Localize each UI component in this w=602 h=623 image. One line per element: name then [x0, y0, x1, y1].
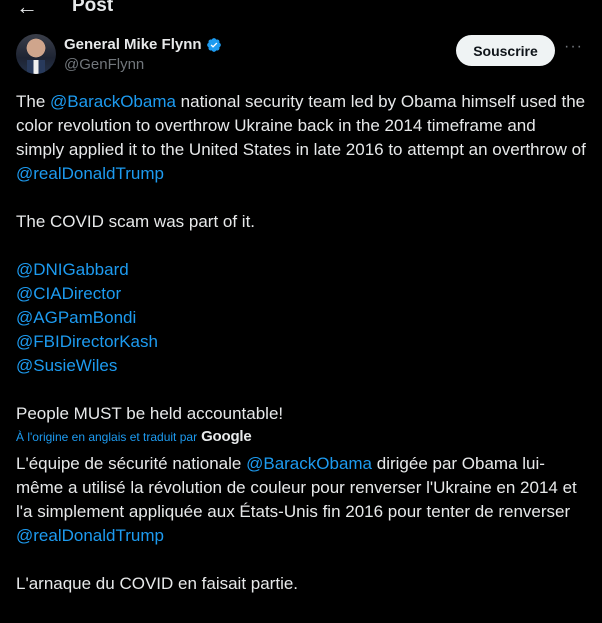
subscribe-button[interactable]: Souscrire [456, 35, 555, 66]
more-icon[interactable]: ··· [564, 38, 583, 56]
author-name[interactable]: General Mike Flynn [64, 36, 202, 53]
tweet-paragraph-3: People MUST be held accountable! [16, 404, 284, 423]
name-row: General Mike Flynn [64, 36, 222, 53]
translated-paragraph-2: L'arnaque du COVID en faisait partie. [16, 574, 299, 593]
avatar[interactable] [16, 34, 56, 74]
translation-notice-text[interactable]: À l'origine en anglais et traduit par [16, 430, 197, 444]
page-title: Post [72, 0, 114, 16]
arrow-left-icon[interactable]: ← [16, 0, 38, 20]
mention-item: @CIADirector [16, 282, 586, 306]
mention-link[interactable]: @BarackObama [50, 92, 176, 111]
tweet-paragraph-1: The @BarackObama national security team … [16, 90, 586, 186]
mention-item: @AGPamBondi [16, 306, 586, 330]
translated-text-segment: L'équipe de sécurité nationale [16, 454, 247, 473]
mention-link[interactable]: @realDonaldTrump [16, 164, 164, 183]
tweet-paragraph-2: The COVID scam was part of it. [16, 212, 256, 231]
translated-paragraph-1: L'équipe de sécurité nationale @BarackOb… [16, 452, 586, 548]
mention-item: @SusieWiles [16, 354, 586, 378]
translation-notice: À l'origine en anglais et traduit par Go… [16, 428, 252, 445]
mention-item: @FBIDirectorKash [16, 330, 586, 354]
mention-link[interactable]: @SusieWiles [16, 356, 117, 375]
google-logo: Google [201, 428, 252, 445]
post-header: ← Post [0, 0, 602, 20]
mention-link[interactable]: @DNIGabbard [16, 260, 129, 279]
mention-item: @DNIGabbard [16, 258, 586, 282]
mention-link[interactable]: @CIADirector [16, 284, 121, 303]
mention-link[interactable]: @AGPamBondi [16, 308, 136, 327]
verified-badge-icon [206, 37, 221, 52]
mention-link[interactable]: @FBIDirectorKash [16, 332, 158, 351]
mention-link[interactable]: @BarackObama [246, 454, 372, 473]
tweet-text-segment: The [16, 92, 51, 111]
author-handle[interactable]: @GenFlynn [64, 56, 144, 73]
mention-link[interactable]: @realDonaldTrump [16, 526, 164, 545]
tweet-text: The @BarackObama national security team … [16, 90, 586, 426]
translated-text: L'équipe de sécurité nationale @BarackOb… [16, 452, 586, 596]
